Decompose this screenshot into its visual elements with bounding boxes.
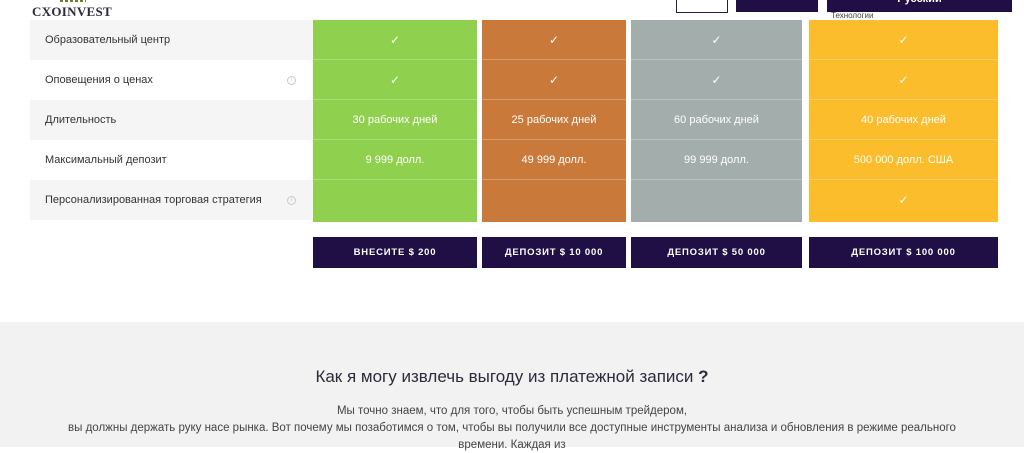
checkmark-icon: ✓ — [809, 60, 998, 100]
plan-duration: 25 рабочих дней — [482, 100, 626, 140]
deposit-button-10000[interactable]: ДЕПОЗИТ $ 10 000 — [482, 237, 626, 268]
info-icon[interactable]: i — [287, 76, 296, 85]
plan-column-gray: ✓ ✓ 60 рабочих дней 99 999 долл. — [631, 20, 802, 222]
feature-row: Длительность — [30, 100, 312, 140]
plan-column-bronze: ✓ ✓ 25 рабочих дней 49 999 долл. — [482, 20, 626, 222]
nav-item-technologies[interactable]: Технологии — [831, 11, 873, 20]
feature-label: Длительность — [45, 114, 117, 126]
logo[interactable]: CXOINVEST — [32, 0, 122, 20]
site-header: CXOINVEST Русский Технологии — [0, 0, 1024, 20]
feature-label: Персонализированная торговая стратегия — [45, 194, 262, 206]
benefit-section: Как я могу извлечь выгоду из платежной з… — [0, 322, 1024, 451]
plan-strategy — [313, 180, 477, 222]
feature-label: Образовательный центр — [45, 34, 171, 46]
checkmark-icon: ✓ — [631, 60, 802, 100]
plan-max-deposit: 9 999 долл. — [313, 140, 477, 180]
deposit-button-50000[interactable]: ДЕПОЗИТ $ 50 000 — [631, 237, 802, 268]
info-icon[interactable]: i — [287, 196, 296, 205]
header-dark-button[interactable] — [736, 0, 818, 12]
checkmark-icon: ✓ — [482, 60, 626, 100]
plan-strategy — [631, 180, 802, 222]
section-title: Как я могу извлечь выгоду из платежной з… — [0, 367, 1024, 387]
feature-row: Максимальный депозит — [30, 140, 312, 180]
plan-max-deposit: 500 000 долл. США — [809, 140, 998, 180]
section-title-mark: ? — [698, 367, 709, 386]
checkmark-icon: ✓ — [809, 20, 998, 60]
section-paragraph-line: вы должны держать руку насе рынка. Вот п… — [68, 422, 956, 434]
plan-max-deposit: 49 999 долл. — [482, 140, 626, 180]
deposit-button-200[interactable]: ВНЕСИТЕ $ 200 — [313, 237, 477, 268]
deposit-button-100000[interactable]: ДЕПОЗИТ $ 100 000 — [809, 237, 998, 268]
section-title-text: Как я могу извлечь выгоду из платежной з… — [315, 367, 694, 386]
checkmark-icon: ✓ — [898, 193, 909, 207]
feature-row: Образовательный центр — [30, 20, 312, 60]
checkmark-icon: ✓ — [313, 60, 477, 100]
plan-column-gold: ✓ ✓ 40 рабочих дней 500 000 долл. США ✓ — [809, 20, 998, 222]
plan-column-green: ✓ ✓ 30 рабочих дней 9 999 долл. — [313, 20, 477, 222]
plan-strategy — [482, 180, 626, 222]
plan-duration: 30 рабочих дней — [313, 100, 477, 140]
plan-max-deposit: 99 999 долл. — [631, 140, 802, 180]
checkmark-icon: ✓ — [313, 20, 477, 60]
feature-row: Персонализированная торговая стратегия i — [30, 180, 312, 220]
section-paragraph-line: Мы точно знаем, что для того, чтобы быть… — [336, 405, 688, 417]
feature-row: Оповещения о ценах i — [30, 60, 312, 100]
feature-label: Максимальный депозит — [45, 154, 167, 166]
feature-label: Оповещения о ценах — [45, 74, 153, 86]
logo-mark-icon — [60, 0, 86, 2]
section-paragraph-line: времени. Каждая из — [458, 439, 566, 451]
logo-text: CXOINVEST — [32, 4, 112, 19]
plan-duration: 60 рабочих дней — [631, 100, 802, 140]
checkmark-icon: ✓ — [482, 20, 626, 60]
header-outline-button[interactable] — [676, 0, 728, 13]
plan-duration: 40 рабочих дней — [809, 100, 998, 140]
checkmark-icon: ✓ — [631, 20, 802, 60]
